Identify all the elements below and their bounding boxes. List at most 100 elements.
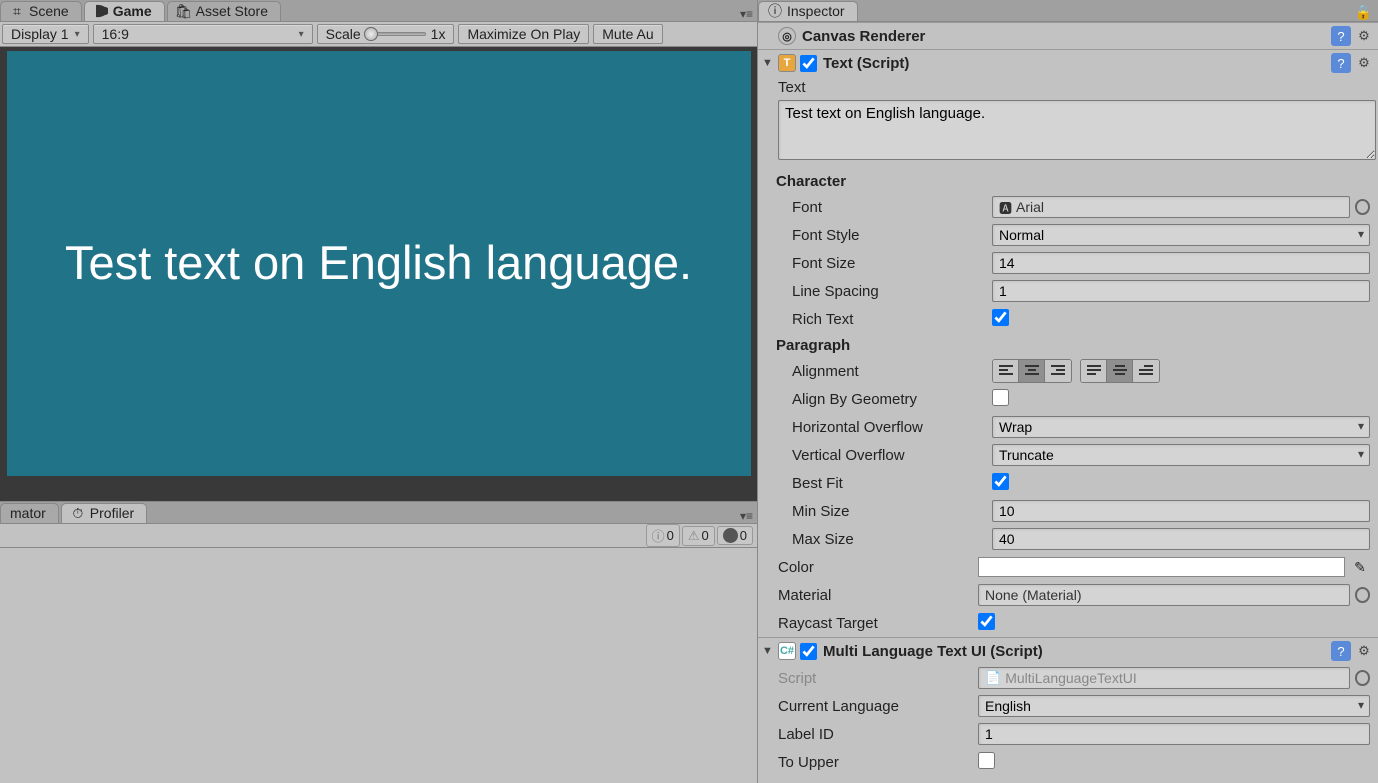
text-component-icon: T bbox=[778, 54, 796, 72]
font-object-field[interactable]: 🅰Arial bbox=[992, 196, 1350, 218]
tab-profiler[interactable]: ⏱Profiler bbox=[61, 503, 147, 523]
gear-icon[interactable]: ⚙ bbox=[1354, 53, 1374, 73]
character-section-label: Character bbox=[758, 169, 1378, 193]
current-language-dropdown[interactable]: English bbox=[978, 695, 1370, 717]
max-size-input[interactable] bbox=[992, 528, 1370, 550]
component-enabled-checkbox[interactable] bbox=[800, 55, 817, 72]
tab-animator[interactable]: mator bbox=[0, 503, 59, 523]
material-object-field[interactable]: None (Material) bbox=[978, 584, 1350, 606]
best-fit-checkbox[interactable] bbox=[992, 473, 1009, 490]
line-spacing-input[interactable] bbox=[992, 280, 1370, 302]
tab-asset-store[interactable]: 🛍Asset Store bbox=[167, 1, 281, 21]
chevron-down-icon: ▼ bbox=[762, 645, 774, 657]
label-id-input[interactable] bbox=[978, 723, 1370, 745]
font-asset-icon: 🅰 bbox=[999, 198, 1012, 217]
component-title: Text (Script) bbox=[823, 55, 909, 72]
align-by-geometry-checkbox[interactable] bbox=[992, 389, 1009, 406]
tab-scene[interactable]: ⌗Scene bbox=[0, 1, 82, 21]
script-icon: C# bbox=[778, 642, 796, 660]
game-toolbar: Display 1▾ 16:9▾ Scale 1x Maximize On Pl… bbox=[0, 22, 757, 47]
object-picker-icon[interactable] bbox=[1355, 670, 1370, 686]
script-object-field: 📄MultiLanguageTextUI bbox=[978, 667, 1350, 689]
component-title: Canvas Renderer bbox=[802, 28, 925, 45]
chevron-down-icon: ▼ bbox=[762, 57, 774, 69]
text-content-textarea[interactable] bbox=[778, 100, 1376, 160]
maximize-on-play-button[interactable]: Maximize On Play bbox=[458, 24, 589, 44]
view-tabs: ⌗Scene Game 🛍Asset Store ▾≡ bbox=[0, 0, 757, 22]
component-text-script-header[interactable]: ▼ T Text (Script) ? ⚙ bbox=[758, 50, 1378, 76]
scale-label: Scale bbox=[326, 26, 361, 42]
font-size-label: Font Size bbox=[792, 255, 992, 272]
canvas-renderer-icon: ◎ bbox=[778, 27, 796, 45]
help-icon[interactable]: ? bbox=[1331, 53, 1351, 73]
align-left-button[interactable] bbox=[993, 360, 1019, 382]
min-size-input[interactable] bbox=[992, 500, 1370, 522]
game-canvas-text: Test text on English language. bbox=[65, 228, 692, 299]
game-canvas: Test text on English language. bbox=[7, 51, 751, 476]
paragraph-section-label: Paragraph bbox=[758, 333, 1378, 357]
to-upper-checkbox[interactable] bbox=[978, 752, 995, 769]
console-counters-bar: ⓘ0 ⚠0 0 bbox=[0, 524, 757, 548]
component-canvas-renderer-header[interactable]: ◎ Canvas Renderer ? ⚙ bbox=[758, 23, 1378, 49]
align-center-button[interactable] bbox=[1019, 360, 1045, 382]
max-size-label: Max Size bbox=[792, 531, 992, 548]
lower-tabs: mator ⏱Profiler ▾≡ bbox=[0, 502, 757, 524]
tab-game[interactable]: Game bbox=[84, 1, 165, 21]
help-icon[interactable]: ? bbox=[1331, 641, 1351, 661]
text-label: Text bbox=[778, 79, 978, 96]
component-mlang-header[interactable]: ▼ C# Multi Language Text UI (Script) ? ⚙ bbox=[758, 638, 1378, 664]
aspect-dropdown[interactable]: 16:9▾ bbox=[93, 24, 313, 44]
rich-text-checkbox[interactable] bbox=[992, 309, 1009, 326]
game-icon bbox=[94, 4, 108, 18]
lower-tab-context-menu[interactable]: ▾≡ bbox=[736, 509, 757, 523]
scale-thumb[interactable] bbox=[364, 27, 378, 41]
scene-icon: ⌗ bbox=[10, 4, 24, 18]
align-middle-button[interactable] bbox=[1107, 360, 1133, 382]
error-icon bbox=[723, 528, 738, 543]
game-viewport: Test text on English language. bbox=[0, 47, 757, 501]
to-upper-label: To Upper bbox=[778, 754, 978, 771]
material-label: Material bbox=[778, 587, 978, 604]
scale-value: 1x bbox=[431, 26, 446, 42]
tab-context-menu[interactable]: ▾≡ bbox=[736, 7, 757, 21]
label-id-label: Label ID bbox=[778, 726, 978, 743]
warning-icon: ⚠ bbox=[688, 528, 700, 544]
horizontal-overflow-dropdown[interactable]: Wrap bbox=[992, 416, 1370, 438]
horizontal-overflow-label: Horizontal Overflow bbox=[792, 419, 992, 436]
gear-icon[interactable]: ⚙ bbox=[1354, 641, 1374, 661]
align-by-geometry-label: Align By Geometry bbox=[792, 391, 992, 408]
alignment-label: Alignment bbox=[792, 363, 992, 380]
inspector-tabs: ⓘInspector 🔒 bbox=[758, 0, 1378, 22]
align-bottom-button[interactable] bbox=[1133, 360, 1159, 382]
component-enabled-checkbox[interactable] bbox=[800, 643, 817, 660]
help-icon[interactable]: ? bbox=[1331, 26, 1351, 46]
object-picker-icon[interactable] bbox=[1355, 199, 1370, 215]
align-right-button[interactable] bbox=[1045, 360, 1071, 382]
console-info-counter[interactable]: ⓘ0 bbox=[646, 524, 680, 547]
current-language-label: Current Language bbox=[778, 698, 978, 715]
profiler-icon: ⏱ bbox=[71, 506, 85, 520]
scale-track[interactable] bbox=[366, 32, 426, 36]
script-asset-icon: 📄 bbox=[985, 670, 1001, 686]
scale-slider[interactable]: Scale 1x bbox=[317, 24, 455, 44]
color-label: Color bbox=[778, 559, 978, 576]
raycast-target-label: Raycast Target bbox=[778, 615, 978, 632]
raycast-target-checkbox[interactable] bbox=[978, 613, 995, 630]
mute-audio-button[interactable]: Mute Au bbox=[593, 24, 662, 44]
info-icon: ⓘ bbox=[652, 526, 665, 545]
display-dropdown[interactable]: Display 1▾ bbox=[2, 24, 89, 44]
tab-inspector[interactable]: ⓘInspector bbox=[758, 1, 858, 21]
font-style-dropdown[interactable]: Normal bbox=[992, 224, 1370, 246]
console-error-counter[interactable]: 0 bbox=[717, 526, 753, 545]
align-top-button[interactable] bbox=[1081, 360, 1107, 382]
font-style-label: Font Style bbox=[792, 227, 992, 244]
eyedropper-icon[interactable]: ✎ bbox=[1350, 557, 1370, 577]
best-fit-label: Best Fit bbox=[792, 475, 992, 492]
gear-icon[interactable]: ⚙ bbox=[1354, 26, 1374, 46]
color-swatch[interactable] bbox=[978, 557, 1345, 577]
console-warn-counter[interactable]: ⚠0 bbox=[682, 526, 715, 546]
object-picker-icon[interactable] bbox=[1355, 587, 1370, 603]
vertical-overflow-dropdown[interactable]: Truncate bbox=[992, 444, 1370, 466]
font-size-input[interactable] bbox=[992, 252, 1370, 274]
inspector-lock-icon[interactable]: 🔒 bbox=[1349, 4, 1378, 21]
